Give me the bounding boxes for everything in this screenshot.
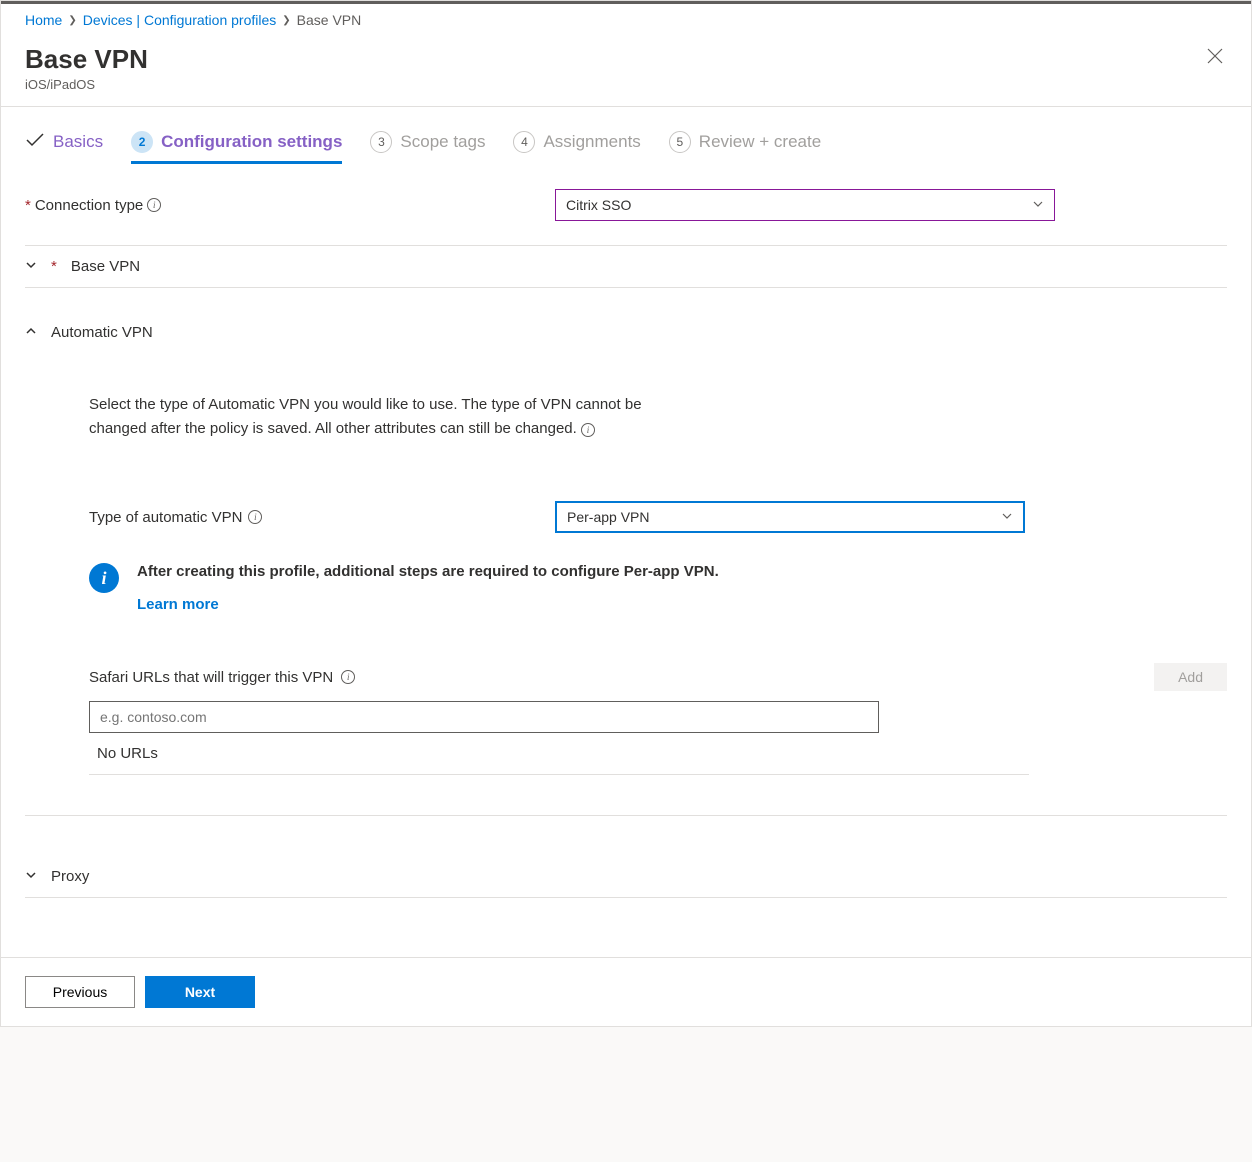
info-callout: i After creating this profile, additiona… (89, 563, 1227, 613)
tab-review-create[interactable]: 5 Review + create (669, 131, 821, 161)
section-title: Base VPN (71, 258, 140, 275)
chevron-down-icon (1001, 509, 1013, 525)
info-icon[interactable]: i (581, 423, 595, 437)
safari-urls-label: Safari URLs that will trigger this VPN i (89, 669, 355, 686)
chevron-up-icon (25, 325, 37, 340)
page-subtitle: iOS/iPadOS (25, 77, 148, 92)
breadcrumb-devices[interactable]: Devices | Configuration profiles (83, 12, 277, 28)
auto-vpn-description: Select the type of Automatic VPN you wou… (89, 393, 679, 441)
select-value: Citrix SSO (566, 197, 631, 213)
breadcrumb-home[interactable]: Home (25, 12, 62, 28)
checkmark-icon (25, 132, 45, 153)
section-header-base-vpn[interactable]: * Base VPN (25, 246, 1227, 287)
chevron-down-icon (25, 259, 37, 274)
chevron-right-icon: ❯ (68, 15, 76, 26)
section-header-proxy[interactable]: Proxy (25, 856, 1227, 897)
step-number: 3 (370, 131, 392, 153)
breadcrumb-current: Base VPN (297, 12, 362, 28)
breadcrumb: Home ❯ Devices | Configuration profiles … (1, 4, 1251, 36)
safari-url-input[interactable] (89, 701, 879, 733)
page-title: Base VPN (25, 44, 148, 75)
label-text: Safari URLs that will trigger this VPN (89, 669, 333, 686)
tab-assignments[interactable]: 4 Assignments (513, 131, 640, 161)
connection-type-select[interactable]: Citrix SSO (555, 189, 1055, 221)
required-asterisk: * (51, 258, 57, 275)
section-proxy: Proxy (25, 856, 1227, 898)
info-message: After creating this profile, additional … (137, 563, 719, 580)
connection-type-label: * Connection type i (25, 197, 555, 214)
close-button[interactable] (1203, 44, 1227, 71)
section-title: Automatic VPN (51, 324, 153, 341)
tab-scope-tags[interactable]: 3 Scope tags (370, 131, 485, 161)
chevron-down-icon (25, 869, 37, 884)
connection-type-row: * Connection type i Citrix SSO (25, 189, 1227, 221)
safari-urls-section: Safari URLs that will trigger this VPN i… (89, 663, 1227, 775)
chevron-down-icon (1032, 197, 1044, 213)
tab-label: Configuration settings (161, 132, 342, 152)
close-icon (1207, 48, 1223, 64)
auto-vpn-type-row: Type of automatic VPN i Per-app VPN (89, 501, 1227, 533)
tab-label: Assignments (543, 132, 640, 152)
wizard-footer: Previous Next (1, 957, 1251, 1026)
step-number: 5 (669, 131, 691, 153)
tab-basics[interactable]: Basics (25, 132, 103, 161)
info-icon[interactable]: i (147, 198, 161, 212)
select-value: Per-app VPN (567, 509, 649, 525)
previous-button[interactable]: Previous (25, 976, 135, 1008)
tab-configuration-settings[interactable]: 2 Configuration settings (131, 131, 342, 164)
tab-label: Scope tags (400, 132, 485, 152)
required-asterisk: * (25, 197, 31, 214)
description-text: Select the type of Automatic VPN you wou… (89, 396, 642, 437)
step-number: 4 (513, 131, 535, 153)
section-title: Proxy (51, 868, 89, 885)
learn-more-link[interactable]: Learn more (137, 596, 219, 613)
no-urls-text: No URLs (89, 733, 1029, 775)
tab-label: Basics (53, 132, 103, 152)
auto-vpn-type-select[interactable]: Per-app VPN (555, 501, 1025, 533)
page-header: Base VPN iOS/iPadOS (1, 36, 1251, 107)
section-header-automatic-vpn[interactable]: Automatic VPN (25, 312, 1227, 353)
chevron-right-icon: ❯ (282, 15, 290, 26)
step-number: 2 (131, 131, 153, 153)
section-base-vpn: * Base VPN (25, 245, 1227, 288)
section-automatic-vpn: Automatic VPN Select the type of Automat… (25, 312, 1227, 816)
info-icon[interactable]: i (248, 510, 262, 524)
wizard-tabs: Basics 2 Configuration settings 3 Scope … (25, 131, 1227, 161)
label-text: Type of automatic VPN (89, 509, 242, 526)
next-button[interactable]: Next (145, 976, 255, 1008)
info-icon: i (89, 563, 119, 593)
add-url-button[interactable]: Add (1154, 663, 1227, 691)
label-text: Connection type (35, 197, 143, 214)
info-icon[interactable]: i (341, 670, 355, 684)
tab-label: Review + create (699, 132, 821, 152)
auto-vpn-type-label: Type of automatic VPN i (89, 509, 555, 526)
